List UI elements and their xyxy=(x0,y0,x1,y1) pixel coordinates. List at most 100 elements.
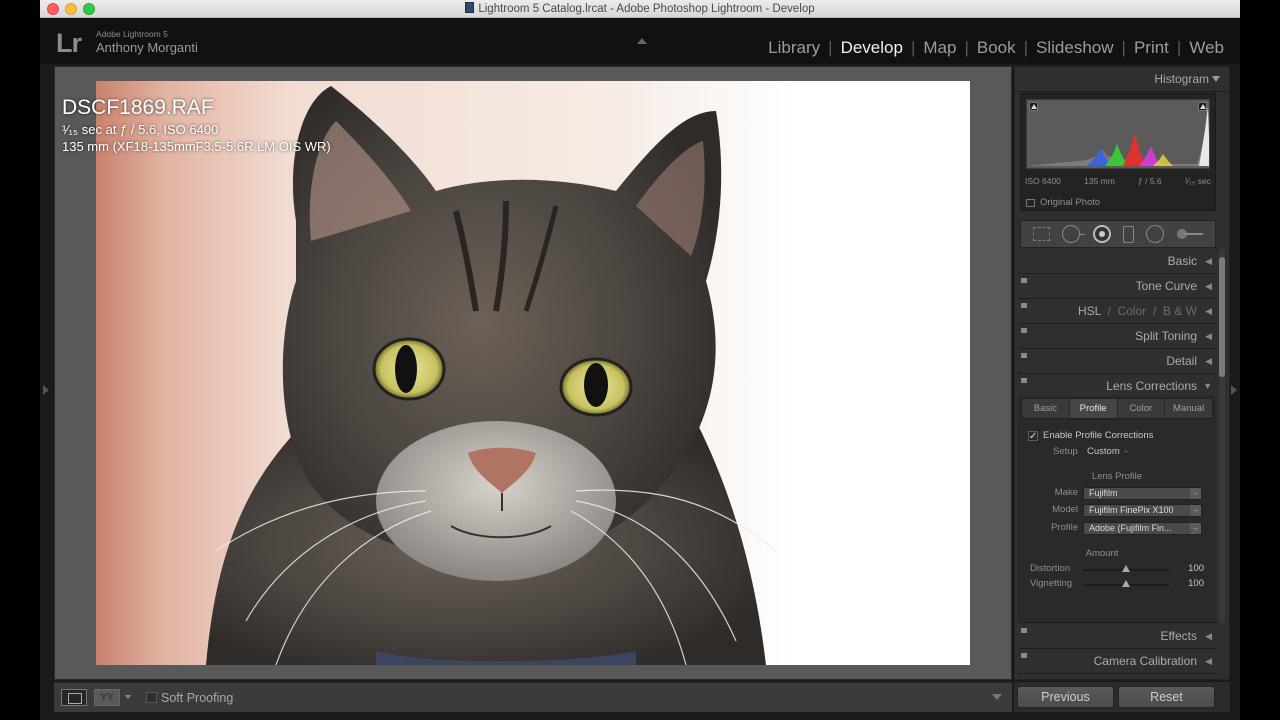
before-after-view-button[interactable]: YY xyxy=(94,689,120,706)
right-panel-scrollbar[interactable] xyxy=(1219,249,1225,623)
distortion-value[interactable]: 100 xyxy=(1178,563,1204,574)
section-toggle-switch[interactable] xyxy=(1021,628,1027,633)
graduated-filter-tool-icon[interactable] xyxy=(1123,225,1135,243)
profile-label: Profile xyxy=(1051,522,1078,533)
shadow-clipping-icon[interactable] xyxy=(1029,102,1038,111)
original-photo-checkbox[interactable] xyxy=(1026,199,1035,207)
collapse-top-panel-icon[interactable] xyxy=(637,38,647,44)
section-camera-calibration[interactable]: Camera Calibration ◀ xyxy=(1018,649,1216,674)
highlight-clipping-icon[interactable] xyxy=(1198,102,1207,111)
photo-info-overlay: DSCF1869.RAF ¹⁄₁₅ sec at ƒ / 5.6, ISO 64… xyxy=(62,96,331,154)
section-detail[interactable]: Detail ◀ xyxy=(1018,349,1216,374)
section-hsl[interactable]: HSL / Color / B & W ◀ xyxy=(1018,299,1216,324)
section-toggle-switch[interactable] xyxy=(1021,653,1027,658)
tab-lens-basic[interactable]: Basic xyxy=(1022,399,1070,418)
adjustment-brush-tool-icon[interactable] xyxy=(1176,229,1203,239)
hsl-separator: / xyxy=(1150,304,1160,318)
radial-filter-tool-icon[interactable] xyxy=(1146,225,1165,243)
histogram-panel: ISO 6400 135 mm ƒ / 5.6 ¹⁄₁₅ sec Origina… xyxy=(1020,93,1216,211)
make-select[interactable]: Fujifilm xyxy=(1083,487,1202,500)
slash-text: / xyxy=(1107,304,1111,318)
crop-overlay-tool-icon[interactable] xyxy=(1033,227,1051,241)
section-toggle-switch[interactable] xyxy=(1021,353,1027,358)
expand-arrow-icon[interactable]: ◀ xyxy=(1205,649,1212,674)
histogram-focal-length: 135 mm xyxy=(1084,176,1115,186)
tab-lens-color[interactable]: Color xyxy=(1118,399,1166,418)
module-map[interactable]: Map xyxy=(915,38,964,58)
histogram-header[interactable]: Histogram xyxy=(1015,67,1229,92)
section-toggle-switch[interactable] xyxy=(1021,328,1027,333)
tab-hsl[interactable]: HSL xyxy=(1078,304,1101,318)
histogram-graph[interactable] xyxy=(1026,99,1210,169)
section-tone-curve[interactable]: Tone Curve ◀ xyxy=(1018,274,1216,299)
toolbar-content-menu-icon[interactable] xyxy=(992,694,1002,700)
window-title: Lightroom 5 Catalog.lrcat - Adobe Photos… xyxy=(40,2,1240,15)
section-effects[interactable]: Effects ◀ xyxy=(1018,624,1216,649)
expand-arrow-icon[interactable]: ◀ xyxy=(1205,624,1212,649)
loupe-view-button[interactable] xyxy=(61,689,87,706)
section-toggle-switch[interactable] xyxy=(1021,278,1027,283)
section-lens-corrections-label: Lens Corrections xyxy=(1106,379,1197,393)
spot-removal-tool-icon[interactable] xyxy=(1062,225,1086,243)
module-book[interactable]: Book xyxy=(969,38,1024,58)
module-library[interactable]: Library xyxy=(760,38,828,58)
reset-button[interactable]: Reset xyxy=(1118,686,1215,708)
make-label: Make xyxy=(1054,487,1078,498)
section-tone-curve-label: Tone Curve xyxy=(1135,279,1197,293)
before-after-menu-icon[interactable] xyxy=(125,695,131,699)
histogram-info: ISO 6400 135 mm ƒ / 5.6 ¹⁄₁₅ sec xyxy=(1025,176,1211,186)
expand-left-panel-icon[interactable] xyxy=(43,385,49,395)
section-toggle-switch[interactable] xyxy=(1021,378,1027,383)
soft-proofing-checkbox[interactable] xyxy=(146,692,157,703)
tab-lens-profile[interactable]: Profile xyxy=(1069,399,1118,418)
collapse-right-panel-icon[interactable] xyxy=(1231,385,1237,395)
expand-arrow-icon[interactable]: ◀ xyxy=(1205,324,1212,349)
identity-plate-name: Anthony Morganti xyxy=(96,40,198,55)
previous-button[interactable]: Previous xyxy=(1017,686,1114,708)
photo-lens-info: 135 mm (XF18-135mmF3.5-5.6R LM OIS WR) xyxy=(62,139,331,154)
tool-strip xyxy=(1020,220,1216,248)
module-web[interactable]: Web xyxy=(1181,38,1232,58)
photo-filename: DSCF1869.RAF xyxy=(62,96,214,119)
module-print[interactable]: Print xyxy=(1126,38,1177,58)
histogram-shutter: ¹⁄₁₅ sec xyxy=(1184,176,1211,186)
original-photo-label: Original Photo xyxy=(1040,197,1101,208)
expand-arrow-icon[interactable]: ◀ xyxy=(1205,349,1212,374)
enable-profile-corrections-checkbox[interactable]: ✓ xyxy=(1028,431,1038,442)
amount-title: Amount xyxy=(1085,548,1119,559)
lens-profile-title: Lens Profile xyxy=(1091,471,1143,482)
section-effects-label: Effects xyxy=(1160,629,1197,643)
module-develop[interactable]: Develop xyxy=(833,38,911,58)
tab-color[interactable]: Color xyxy=(1118,304,1147,318)
expand-arrow-icon[interactable]: ◀ xyxy=(1205,274,1212,299)
section-basic[interactable]: Basic ◀ xyxy=(1018,249,1216,274)
tab-bw[interactable]: B & W xyxy=(1163,304,1197,318)
vignetting-label: Vignetting xyxy=(1030,578,1073,589)
section-detail-label: Detail xyxy=(1166,354,1197,368)
image-workspace[interactable] xyxy=(54,66,1012,680)
setup-dropdown[interactable]: Custom xyxy=(1087,446,1128,457)
red-eye-tool-icon[interactable] xyxy=(1092,225,1111,243)
distortion-slider-thumb[interactable] xyxy=(1122,565,1130,572)
section-toggle-switch[interactable] xyxy=(1021,303,1027,308)
histogram-aperture: ƒ / 5.6 xyxy=(1138,176,1162,186)
scrollbar-thumb[interactable] xyxy=(1219,257,1225,377)
expand-arrow-icon[interactable]: ◀ xyxy=(1205,299,1212,324)
cat-photo[interactable] xyxy=(96,81,970,665)
hsl-separator: / xyxy=(1104,304,1114,318)
panel-collapse-icon[interactable] xyxy=(1212,76,1220,82)
vignetting-value[interactable]: 100 xyxy=(1178,578,1204,589)
panel-buttons: Previous Reset xyxy=(1014,682,1230,712)
lens-corrections-tabs: Basic Profile Color Manual xyxy=(1021,398,1213,419)
cat-photo-illustration xyxy=(206,86,777,665)
expand-arrow-icon[interactable]: ◀ xyxy=(1205,249,1212,274)
model-select[interactable]: Fujifilm FinePix X100 xyxy=(1083,504,1202,517)
tab-lens-manual[interactable]: Manual xyxy=(1165,399,1212,418)
document-icon xyxy=(465,2,475,13)
module-slideshow[interactable]: Slideshow xyxy=(1028,38,1122,58)
soft-proofing-label: Soft Proofing xyxy=(161,691,234,705)
profile-select[interactable]: Adobe (Fujifilm Fin... xyxy=(1083,522,1202,535)
section-split-toning[interactable]: Split Toning ◀ xyxy=(1018,324,1216,349)
vignetting-slider-thumb[interactable] xyxy=(1122,580,1130,587)
develop-sections: Basic ◀ Tone Curve ◀ HSL / Color / B & W… xyxy=(1018,249,1216,399)
